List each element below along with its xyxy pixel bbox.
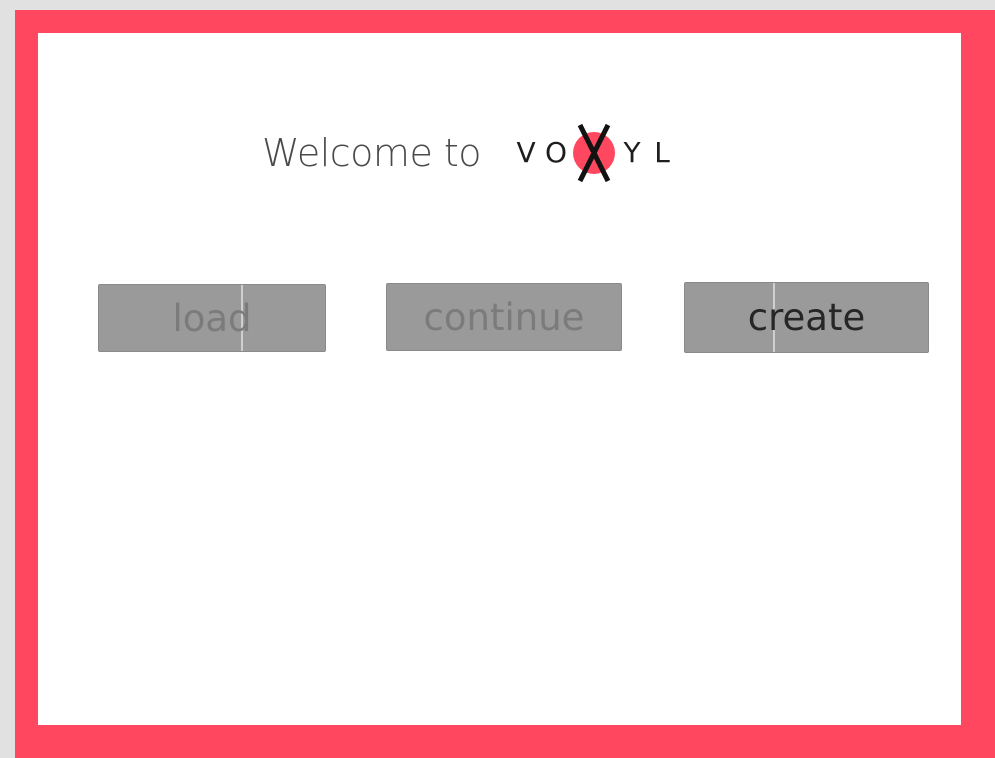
load-button-label: load [172,296,252,340]
load-button[interactable]: load [98,284,326,352]
logo-x-icon [573,123,616,183]
logo-letter-v: V [516,135,536,169]
logo-letter-o: O [545,135,568,169]
continue-button[interactable]: continue [386,283,622,351]
welcome-text: Welcome to [262,130,482,175]
create-button-label: create [747,296,866,339]
voxyl-logo: V O Y L [511,115,677,190]
logo-x-mark [571,115,617,190]
welcome-header: Welcome to V O Y L [262,115,677,190]
continue-button-label: continue [423,295,585,339]
logo-letter-l: L [654,135,670,169]
logo-letter-y: Y [623,135,641,169]
create-button[interactable]: create [684,282,929,353]
